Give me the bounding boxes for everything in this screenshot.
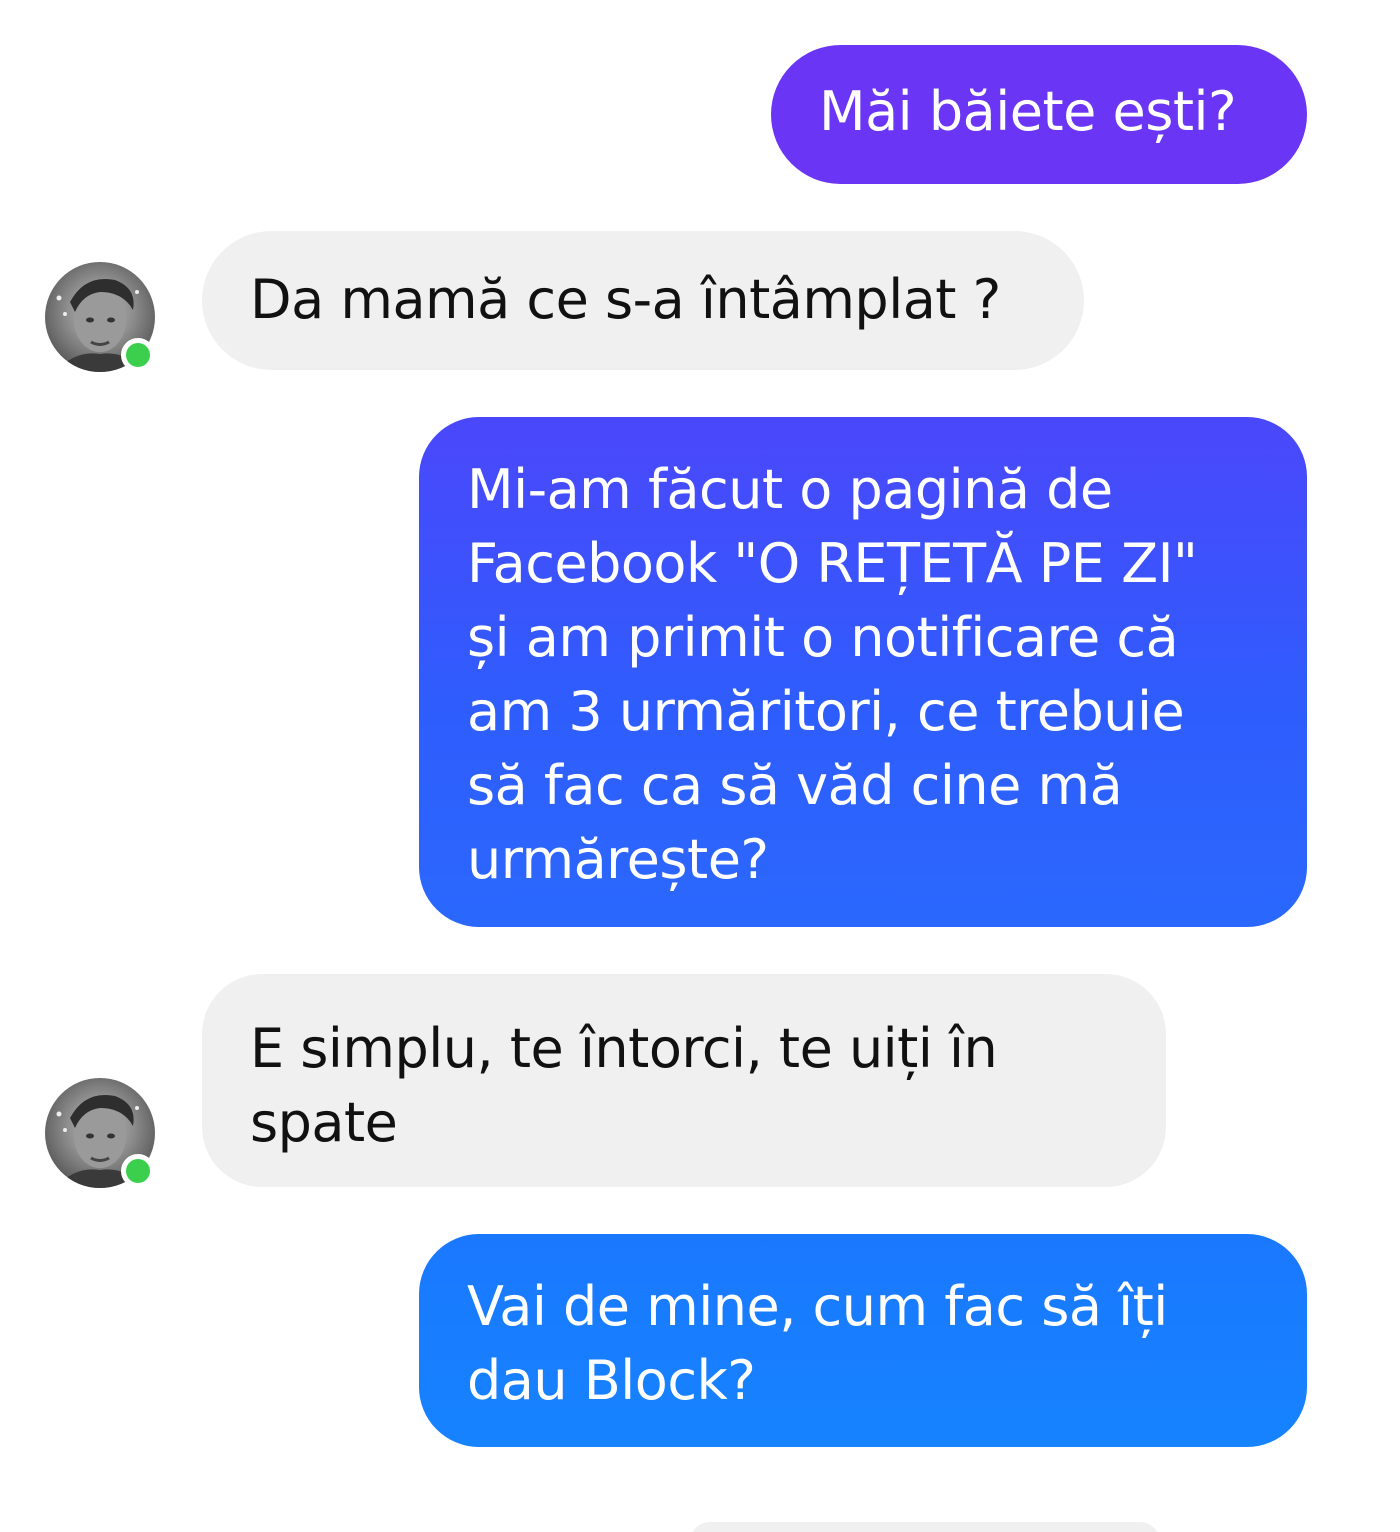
message-bubble-incoming[interactable]: Da mamă ce s-a întâmplat ? [202,231,1084,370]
online-status-icon [121,338,155,372]
chat-thread: Măi băiete ești? Da mamă ce s-a întâmpla… [0,0,1400,1532]
online-status-icon [121,1154,155,1188]
message-text-line: am 3 urmăritori, ce trebuie [467,680,1185,743]
message-bubble-partial [690,1522,1160,1532]
message-bubble-outgoing[interactable]: Vai de mine, cum fac să îți dau Block? [419,1234,1307,1447]
contact-avatar[interactable] [45,1078,155,1188]
message-text-line: Mi-am făcut o pagină de [467,458,1113,521]
message-bubble-outgoing[interactable]: Măi băiete ești? [771,45,1307,184]
message-text-line: să fac ca să văd cine mă [467,754,1123,817]
contact-avatar[interactable] [45,262,155,372]
message-text-line: și am primit o notificare că [467,606,1179,669]
message-text-line: Facebook "O REȚETĂ PE ZI" [467,532,1198,595]
message-text-line: urmărește? [467,828,769,891]
message-bubble-incoming[interactable]: E simplu, te întorci, te uiți în spate [202,974,1166,1187]
message-bubble-outgoing[interactable]: Mi-am făcut o pagină de Facebook "O REȚE… [419,417,1307,927]
message-text-line: Vai de mine, cum fac să îți [467,1275,1168,1338]
message-text-line: spate [250,1091,398,1154]
message-text-line: E simplu, te întorci, te uiți în [250,1017,998,1080]
message-text-line: dau Block? [467,1349,756,1412]
message-text-line: Da mamă ce s-a întâmplat ? [250,268,1001,331]
message-text-line: Măi băiete ești? [819,80,1237,143]
